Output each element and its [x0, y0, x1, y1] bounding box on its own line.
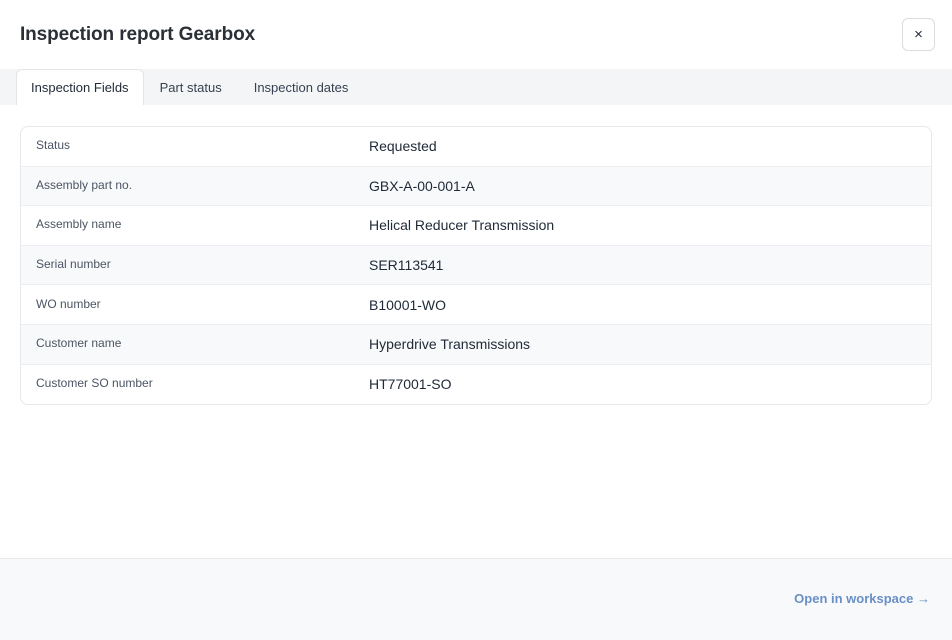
inspection-report-modal: Inspection report Gearbox × Inspection F…: [0, 0, 952, 640]
modal-title: Inspection report Gearbox: [20, 23, 256, 45]
field-label: Status: [36, 138, 71, 153]
field-row-customer-name: Customer name Hyperdrive Transmissions: [21, 324, 931, 365]
field-label: Assembly name: [36, 217, 122, 232]
inspection-fields-table: Status Requested Assembly part no. GBX-A…: [20, 126, 932, 406]
field-value: Hyperdrive Transmissions: [369, 336, 531, 353]
field-label: Customer name: [36, 336, 122, 351]
field-label: Assembly part no.: [36, 177, 133, 192]
field-label: Customer SO number: [36, 376, 153, 391]
field-value: B10001-WO: [369, 296, 447, 313]
field-row-wo-number: WO number B10001-WO: [21, 285, 931, 325]
modal-header: Inspection report Gearbox ×: [0, 0, 952, 69]
open-in-workspace-link[interactable]: Open in workspace →: [794, 591, 930, 606]
tab-inspection-fields[interactable]: Inspection Fields: [16, 69, 144, 105]
tab-inspection-dates[interactable]: Inspection dates: [238, 69, 365, 105]
field-value: GBX-A-00-001-A: [369, 177, 475, 194]
field-label: WO number: [36, 296, 101, 311]
field-value: Requested: [369, 138, 437, 155]
field-row-status: Status Requested: [21, 127, 931, 167]
field-row-assembly-part-no: Assembly part no. GBX-A-00-001-A: [21, 166, 931, 207]
tab-part-status[interactable]: Part status: [144, 69, 238, 105]
field-value: SER113541: [369, 257, 444, 274]
close-icon: ×: [914, 26, 923, 43]
close-button[interactable]: ×: [902, 18, 935, 51]
field-value: Helical Reducer Transmission: [369, 217, 555, 234]
field-row-customer-so-number: Customer SO number HT77001-SO: [21, 365, 931, 405]
modal-footer: Open in workspace →: [0, 558, 952, 640]
field-label: Serial number: [36, 257, 111, 272]
field-row-serial-number: Serial number SER113541: [21, 245, 931, 286]
field-value: HT77001-SO: [369, 376, 452, 393]
tab-bar: Inspection Fields Part status Inspection…: [0, 69, 952, 105]
field-row-assembly-name: Assembly name Helical Reducer Transmissi…: [21, 206, 931, 246]
